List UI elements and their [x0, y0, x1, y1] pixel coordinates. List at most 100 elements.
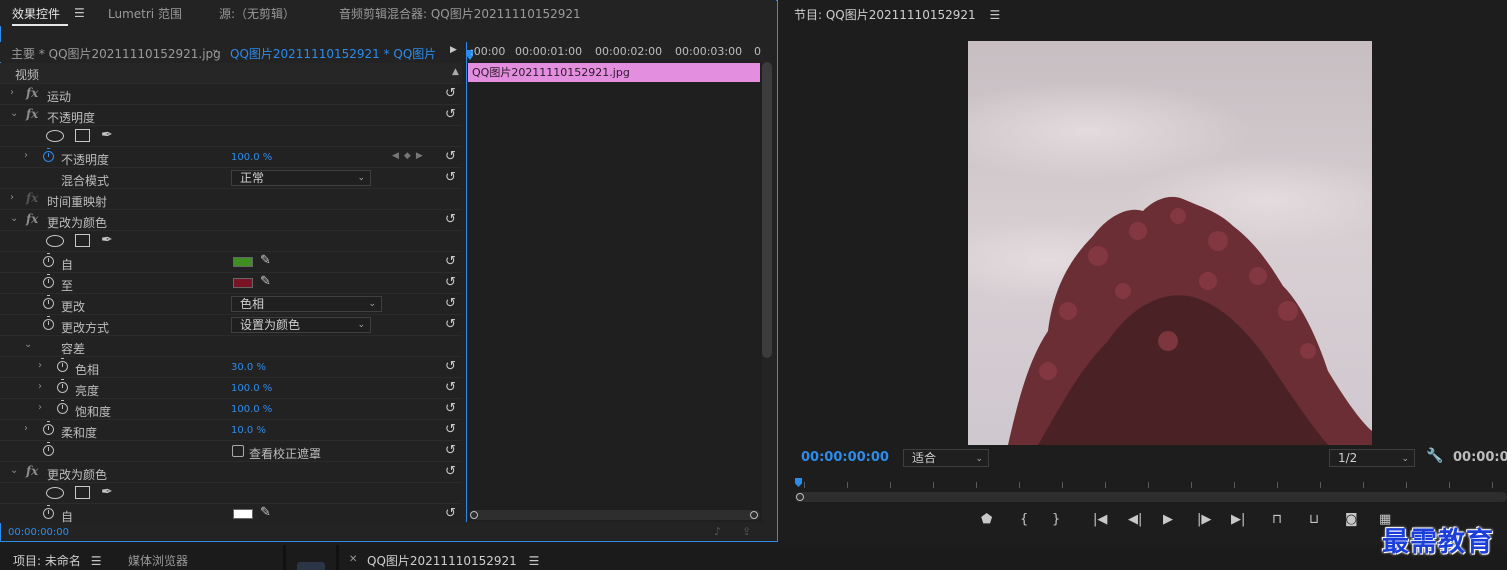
stopwatch-icon[interactable]	[43, 274, 54, 288]
rectangle-mask-icon[interactable]	[75, 234, 90, 247]
panel-menu-icon[interactable]: ☰	[74, 6, 85, 20]
rectangle-mask-icon[interactable]	[75, 486, 90, 499]
stopwatch-icon[interactable]	[57, 379, 68, 393]
stopwatch-icon[interactable]	[43, 421, 54, 435]
stopwatch-icon[interactable]	[57, 358, 68, 372]
ellipse-mask-icon[interactable]	[46, 487, 64, 499]
to-color-swatch[interactable]	[233, 278, 253, 288]
effect-controls-timecode[interactable]: 00:00:00:00	[8, 527, 69, 538]
chevron-right-icon[interactable]: ›	[10, 87, 14, 98]
tab-audio-clip-mixer[interactable]: 音频剪辑混合器: QQ图片20211110152921	[339, 5, 581, 22]
program-zoom-scrollbar[interactable]	[795, 492, 1507, 502]
reset-icon[interactable]: ↺	[445, 380, 456, 395]
program-timecode[interactable]: 00:00:00:00	[801, 450, 889, 465]
fx-icon[interactable]: fx	[26, 107, 38, 121]
reset-icon[interactable]: ↺	[445, 107, 456, 122]
chevron-right-icon[interactable]: ›	[38, 381, 42, 392]
fx-icon[interactable]: fx	[26, 86, 38, 100]
reset-icon[interactable]: ↺	[445, 422, 456, 437]
effect-controls-timeline[interactable]: :00:00 00:00:01:00 00:00:02:00 00:00:03:…	[467, 42, 762, 522]
from-color-swatch[interactable]	[233, 509, 253, 519]
mark-in-icon[interactable]: {	[1020, 512, 1028, 527]
opacity-value[interactable]: 100.0 %	[231, 152, 272, 163]
param-group-tolerance[interactable]: ⌄ 容差	[0, 336, 462, 357]
blend-mode-dropdown[interactable]: 正常 ⌄	[231, 170, 371, 186]
reset-icon[interactable]: ↺	[445, 296, 456, 311]
tab-timeline[interactable]: QQ图片20211110152921 ☰	[367, 552, 539, 569]
vertical-scrollbar[interactable]	[762, 62, 772, 358]
panel-menu-icon[interactable]: ☰	[989, 8, 1000, 22]
ellipse-mask-icon[interactable]	[46, 235, 64, 247]
reset-icon[interactable]: ↺	[445, 170, 456, 185]
keyframe-navigator[interactable]: ◀◆▶	[392, 151, 428, 161]
step-back-icon[interactable]: ◀|	[1128, 512, 1142, 527]
reset-icon[interactable]: ↺	[445, 506, 456, 521]
chevron-down-icon[interactable]: ⌄	[211, 44, 219, 55]
reset-icon[interactable]: ↺	[445, 149, 456, 164]
chevron-down-icon[interactable]: ⌄	[24, 339, 32, 350]
collapse-up-icon[interactable]: ▲	[452, 67, 459, 77]
lightness-value[interactable]: 100.0 %	[231, 383, 272, 394]
tab-media-browser[interactable]: 媒体浏览器	[128, 552, 188, 569]
extract-icon[interactable]: ⊔	[1309, 512, 1319, 527]
play-only-clip-icon[interactable]: ▶	[450, 45, 457, 55]
chevron-down-icon[interactable]: ⌄	[10, 213, 18, 224]
change-dropdown[interactable]: 色相 ⌄	[231, 296, 382, 312]
eyedropper-icon[interactable]: ✎	[260, 274, 271, 289]
add-marker-icon[interactable]: ⬟	[981, 512, 992, 527]
mark-out-icon[interactable]: }	[1052, 512, 1060, 527]
tab-effect-controls[interactable]: 效果控件	[12, 5, 60, 22]
panel-menu-icon[interactable]: ☰	[529, 554, 540, 568]
close-icon[interactable]: ✕	[349, 554, 357, 565]
pen-mask-icon[interactable]: ✒	[101, 484, 113, 500]
stopwatch-icon[interactable]	[43, 295, 54, 309]
ellipse-mask-icon[interactable]	[46, 130, 64, 142]
chevron-right-icon[interactable]: ›	[24, 150, 28, 161]
fx-icon[interactable]: fx	[26, 464, 38, 478]
panel-menu-icon[interactable]: ☰	[91, 554, 102, 568]
program-monitor-title[interactable]: 节目: QQ图片20211110152921 ☰	[794, 6, 1000, 23]
reset-icon[interactable]: ↺	[445, 464, 456, 479]
hue-value[interactable]: 30.0 %	[231, 362, 266, 373]
from-color-swatch[interactable]	[233, 257, 253, 267]
tab-lumetri-scopes[interactable]: Lumetri 范围	[108, 5, 182, 22]
rectangle-mask-icon[interactable]	[75, 129, 90, 142]
step-forward-icon[interactable]: |▶	[1197, 512, 1211, 527]
view-mask-checkbox[interactable]	[232, 445, 244, 457]
chevron-right-icon[interactable]: ›	[38, 360, 42, 371]
camera-icon[interactable]: ◙	[1345, 512, 1358, 527]
go-to-in-icon[interactable]: |◀	[1093, 512, 1107, 527]
wrench-icon[interactable]: 🔧	[1426, 448, 1443, 464]
master-clip-label[interactable]: 主要 * QQ图片20211110152921.jpg	[11, 45, 221, 62]
effect-row-change-to-color[interactable]: ⌄ fx 更改为颜色 ↺	[0, 210, 462, 231]
stopwatch-icon[interactable]	[43, 442, 54, 456]
stopwatch-icon[interactable]	[43, 148, 54, 162]
pen-mask-icon[interactable]: ✒	[101, 232, 113, 248]
chevron-right-icon[interactable]: ›	[24, 423, 28, 434]
go-to-out-icon[interactable]: ▶|	[1231, 512, 1245, 527]
audio-only-icon[interactable]: ♪	[714, 525, 721, 538]
lift-icon[interactable]: ⊓	[1272, 512, 1282, 527]
tab-source[interactable]: 源:（无剪辑）	[219, 5, 295, 22]
time-ruler[interactable]: :00:00 00:00:01:00 00:00:02:00 00:00:03:…	[467, 42, 762, 62]
stopwatch-icon[interactable]	[43, 316, 54, 330]
reset-icon[interactable]: ↺	[445, 86, 456, 101]
reset-icon[interactable]: ↺	[445, 359, 456, 374]
chevron-right-icon[interactable]: ›	[10, 192, 14, 203]
scroll-handle-left[interactable]	[470, 511, 478, 519]
eyedropper-icon[interactable]: ✎	[260, 505, 271, 520]
stopwatch-icon[interactable]	[43, 253, 54, 267]
effect-row-motion[interactable]: › fx 运动 ↺	[0, 84, 462, 105]
reset-icon[interactable]: ↺	[445, 401, 456, 416]
play-icon[interactable]: ▶	[1163, 512, 1173, 527]
chevron-down-icon[interactable]: ⌄	[10, 465, 18, 476]
program-time-ruler[interactable]	[790, 476, 1507, 492]
playback-resolution-dropdown[interactable]: 1/2 ⌄	[1329, 449, 1415, 467]
zoom-fit-dropdown[interactable]: 适合 ⌄	[903, 449, 989, 467]
reset-icon[interactable]: ↺	[445, 275, 456, 290]
sequence-clip-label[interactable]: QQ图片20211110152921 * QQ图片20211110152921.…	[230, 45, 435, 62]
pen-mask-icon[interactable]: ✒	[101, 127, 113, 143]
scroll-handle-right[interactable]	[750, 511, 758, 519]
stopwatch-icon[interactable]	[43, 505, 54, 519]
reset-icon[interactable]: ↺	[445, 443, 456, 458]
